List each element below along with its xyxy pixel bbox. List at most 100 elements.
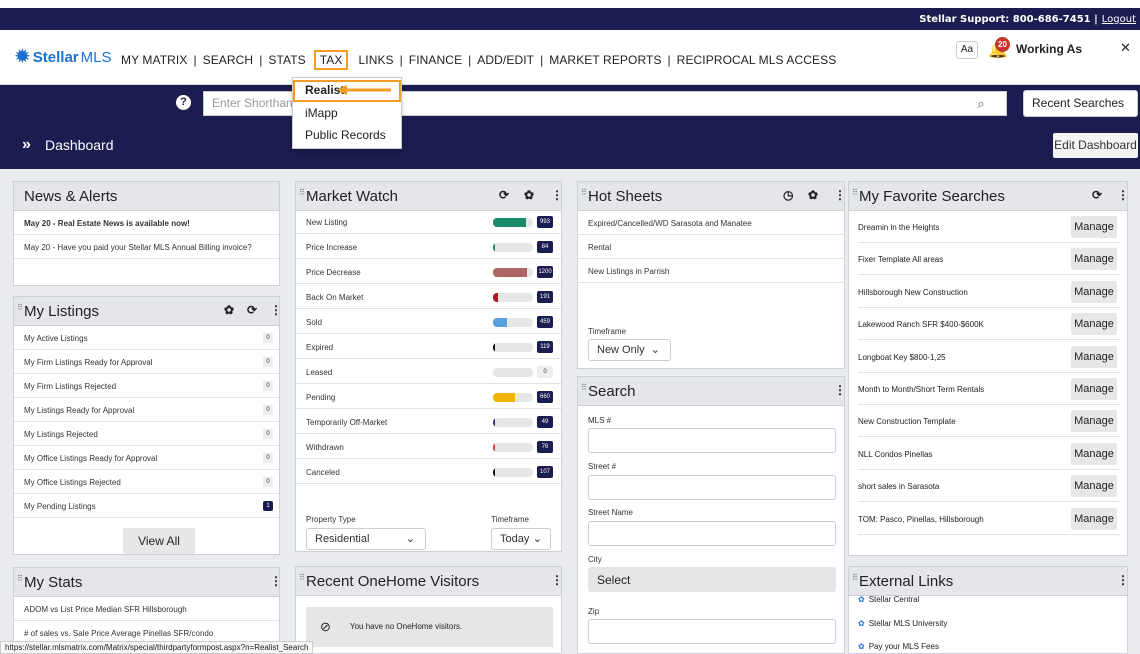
support-bar: Stellar Support: 800-686-7451 | Logout (0, 8, 1140, 30)
market-watch-bar (493, 268, 533, 277)
manage-button[interactable]: Manage (1071, 313, 1117, 336)
market-watch-bar (493, 393, 533, 402)
menu-add-edit[interactable]: ADD/EDIT (477, 53, 534, 67)
listing-row[interactable]: My Listings Ready for Approval 0 (14, 398, 279, 422)
manage-button[interactable]: Manage (1071, 507, 1117, 530)
pin-icon[interactable]: ✕ (1120, 40, 1131, 56)
market-watch-count: 459 (537, 316, 553, 328)
search-icon[interactable]: ⌕ (955, 91, 1007, 116)
more-icon[interactable]: ⋮ (270, 574, 282, 588)
street-name-input[interactable] (588, 521, 836, 546)
manage-button[interactable]: Manage (1071, 216, 1117, 238)
dropdown-imapp[interactable]: iMapp (305, 106, 338, 120)
manage-button[interactable]: Manage (1071, 280, 1117, 303)
more-icon[interactable]: ⋮ (1117, 188, 1129, 202)
timeframe-select[interactable]: Today ⌄ (491, 528, 551, 550)
mls-input[interactable] (588, 428, 836, 453)
count-badge: 0 (263, 429, 273, 439)
status-url: https://stellar.mlsmatrix.com/Matrix/spe… (0, 641, 314, 654)
stats-title: My Stats (24, 574, 83, 591)
menu-search[interactable]: SEARCH (203, 53, 254, 67)
external-links-panel: ⠿ External Links ⋮ (848, 566, 1129, 654)
recent-label: Recent Searches (1032, 96, 1125, 110)
gear-icon: ✿ (858, 619, 865, 628)
market-watch-count: 993 (537, 216, 553, 228)
menu-reciprocal[interactable]: RECIPROCAL MLS ACCESS (677, 53, 837, 67)
market-watch-bar (493, 343, 533, 352)
refresh-icon[interactable]: ⟳ (247, 303, 257, 317)
top-strip (0, 0, 1140, 8)
search-bar: ? Enter Shorthand ⌕ Recent Searches ↺ (0, 85, 1140, 135)
support-text: Stellar Support: 800-686-7451 | (919, 13, 1098, 25)
logout-link[interactable]: Logout (1102, 14, 1136, 25)
more-icon[interactable]: ⋮ (1117, 573, 1129, 587)
hot-timeframe-select[interactable]: New Only ⌄ (588, 339, 671, 361)
font-size-button[interactable]: Aa (956, 41, 978, 59)
listing-row[interactable]: My Listings Rejected 0 (14, 422, 279, 446)
working-as-label[interactable]: Working As (1016, 42, 1082, 56)
search-title: Search (588, 383, 636, 400)
street-name-label: Street Name (588, 508, 633, 517)
listing-row[interactable]: My Office Listings Rejected 0 (14, 470, 279, 494)
expand-icon[interactable]: » (22, 136, 31, 154)
hot-sheet-item[interactable]: New Listings in Parrish (578, 259, 844, 283)
manage-button[interactable]: Manage (1071, 345, 1117, 368)
clock-icon[interactable]: ◷ (783, 188, 793, 202)
listing-row[interactable]: My Active Listings 0 (14, 326, 279, 350)
listing-row[interactable]: My Pending Listings 1 (14, 494, 279, 518)
listing-row[interactable]: My Firm Listings Rejected 0 (14, 374, 279, 398)
property-type-select[interactable]: Residential ⌄ (306, 528, 426, 550)
dropdown-public-records[interactable]: Public Records (305, 128, 386, 142)
market-watch-count: 107 (537, 466, 553, 478)
more-icon[interactable]: ⋮ (551, 188, 563, 202)
manage-button[interactable]: Manage (1071, 410, 1117, 433)
more-icon[interactable]: ⋮ (270, 303, 282, 317)
gear-icon[interactable]: ✿ (524, 188, 534, 202)
menu-stats[interactable]: STATS (268, 53, 305, 67)
market-watch-count: 76 (537, 441, 553, 453)
manage-button[interactable]: Manage (1071, 378, 1117, 400)
stellar-logo[interactable]: ✹ Stellar MLS (14, 47, 111, 67)
menu-my-matrix[interactable]: MY MATRIX (121, 53, 187, 67)
listing-row[interactable]: My Office Listings Ready for Approval 0 (14, 446, 279, 470)
recent-searches-button[interactable]: Recent Searches ↺ (1023, 90, 1138, 135)
gear-icon[interactable]: ✿ (224, 303, 234, 317)
external-link[interactable]: ✿ Stellar MLS University (858, 619, 947, 628)
news-item[interactable]: May 20 - Have you paid your Stellar MLS … (14, 235, 279, 259)
gear-icon[interactable]: ✿ (808, 188, 818, 202)
market-watch-bar (493, 318, 533, 327)
market-watch-count: 84 (537, 241, 553, 253)
external-link[interactable]: ✿ Pay your MLS Fees (858, 642, 939, 651)
more-icon[interactable]: ⋮ (834, 383, 846, 397)
refresh-icon[interactable]: ⟳ (499, 188, 509, 202)
more-icon[interactable]: ⋮ (834, 188, 846, 202)
manage-button[interactable]: Manage (1071, 248, 1117, 271)
edit-dashboard-button[interactable]: Edit Dashboard (1053, 133, 1138, 158)
market-watch-bar (493, 368, 533, 377)
external-title: External Links (859, 573, 954, 590)
listing-row[interactable]: My Firm Listings Ready for Approval 0 (14, 350, 279, 374)
market-watch-bar (493, 218, 533, 227)
city-select[interactable]: Select (588, 567, 836, 592)
gear-icon: ✿ (858, 642, 865, 651)
help-icon[interactable]: ? (176, 95, 191, 110)
external-link[interactable]: ✿ Stellar Central (858, 595, 919, 604)
news-item[interactable]: May 20 - Real Estate News is available n… (14, 211, 279, 235)
menu-links[interactable]: LINKS (358, 53, 393, 67)
stats-item[interactable]: ADOM vs List Price Median SFR Hillsborou… (14, 597, 279, 621)
market-watch-count: 191 (537, 291, 553, 303)
menu-market-reports[interactable]: MARKET REPORTS (549, 53, 661, 67)
manage-button[interactable]: Manage (1071, 475, 1117, 498)
manage-button[interactable]: Manage (1071, 442, 1117, 465)
zip-input[interactable] (588, 619, 836, 644)
view-all-button[interactable]: View All (123, 528, 195, 554)
street-number-input[interactable] (588, 475, 836, 500)
market-watch-count: 660 (537, 391, 553, 403)
more-icon[interactable]: ⋮ (551, 573, 563, 587)
hot-sheet-item[interactable]: Expired/Cancelled/WD Sarasota and Manate… (578, 211, 844, 235)
hot-sheet-item[interactable]: Rental (578, 235, 844, 259)
news-title: News & Alerts (24, 188, 118, 205)
menu-tax[interactable]: TAX (313, 50, 349, 70)
menu-finance[interactable]: FINANCE (409, 53, 462, 67)
refresh-icon[interactable]: ⟳ (1092, 188, 1102, 202)
